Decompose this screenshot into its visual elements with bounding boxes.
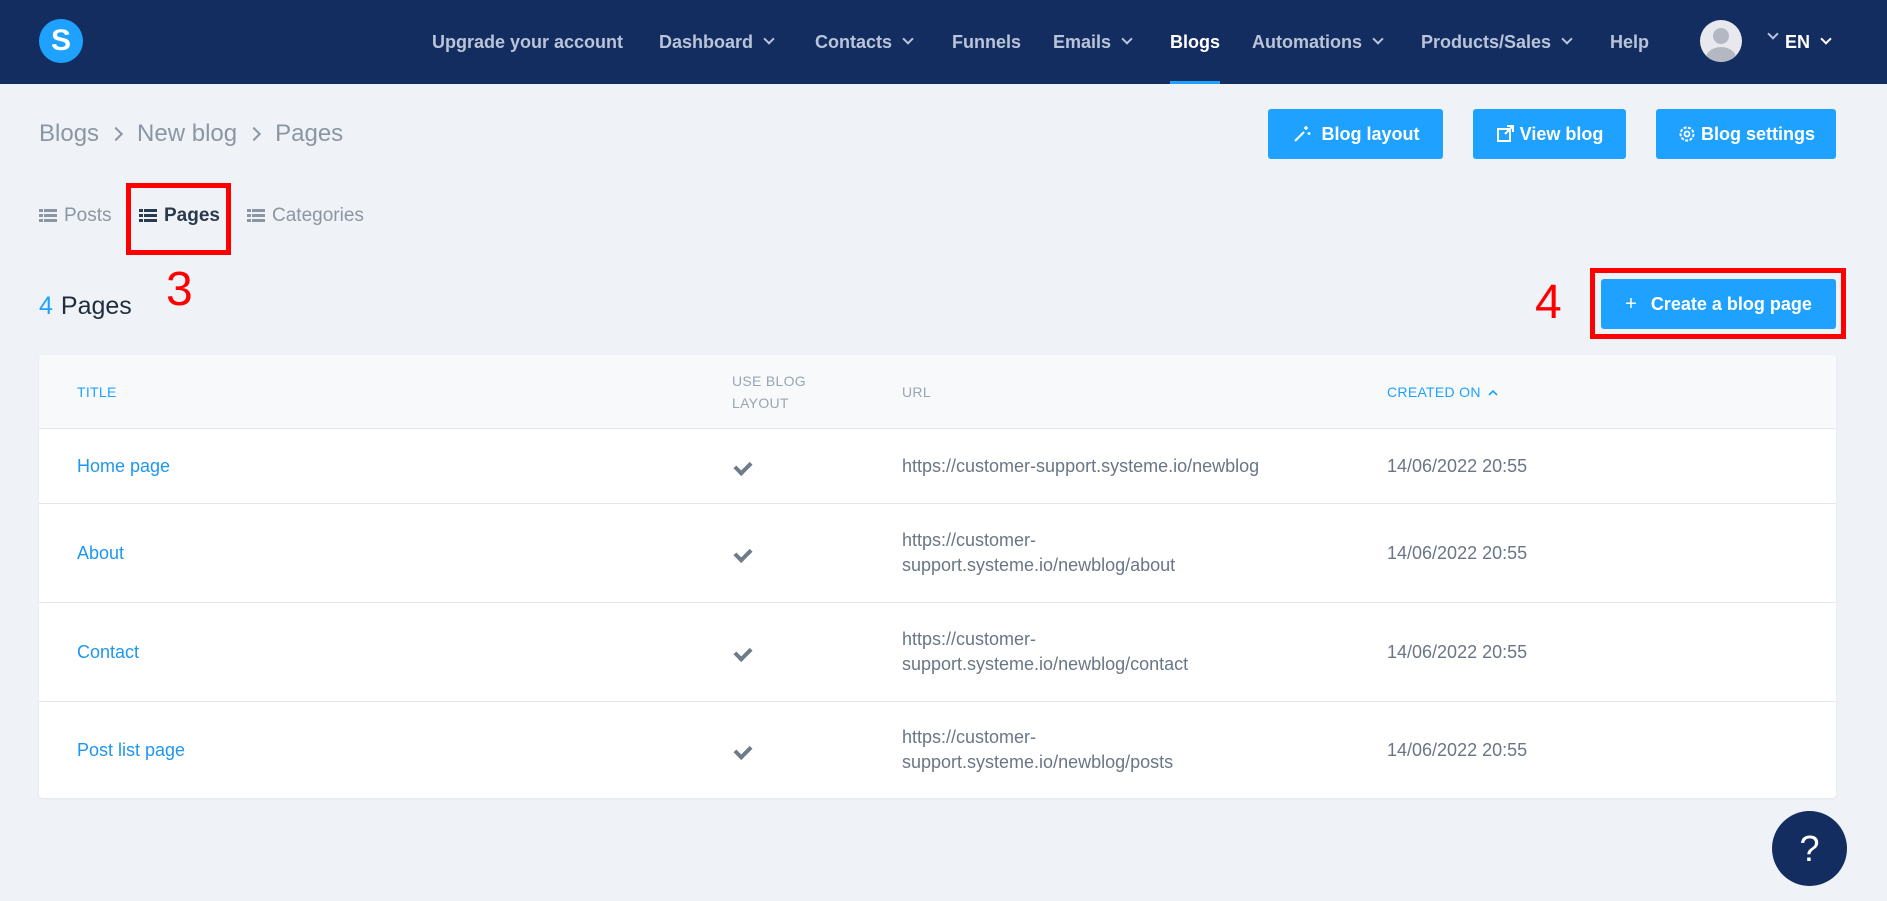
url-line: https://customer-support.systeme.io/newb… — [902, 456, 1260, 476]
chevron-right-icon — [108, 126, 124, 142]
help-chat-button[interactable]: ? — [1772, 811, 1847, 886]
breadcrumb-new-blog[interactable]: New blog — [137, 120, 237, 148]
table-row: Post list page https://customer- support… — [39, 702, 1836, 798]
table-header: TITLE USE BLOG LAYOUT URL CREATED ON — [39, 355, 1836, 429]
question-mark-icon: ? — [1799, 827, 1820, 869]
row-url: https://customer- support.systeme.io/new… — [902, 725, 1292, 775]
url-line: support.systeme.io/newblog/contact — [902, 654, 1189, 674]
blog-layout-button[interactable]: Blog layout — [1268, 109, 1443, 159]
list-icon — [247, 209, 265, 223]
tab-label: Posts — [64, 205, 112, 226]
nav-label: Automations — [1252, 31, 1362, 52]
row-created-on: 14/06/2022 20:55 — [1387, 740, 1528, 760]
annotation-step-4: 4 — [1535, 276, 1562, 329]
pages-count-number: 4 — [39, 292, 53, 320]
pages-count: 4 Pages — [39, 292, 132, 321]
column-header-title[interactable]: TITLE — [77, 381, 117, 403]
url-line: support.systeme.io/newblog/about — [902, 555, 1176, 575]
nav-upgrade-account[interactable]: Upgrade your account — [432, 0, 623, 84]
nav-help[interactable]: Help — [1610, 0, 1649, 84]
list-icon — [39, 209, 57, 223]
nav-label: Products/Sales — [1421, 31, 1552, 52]
column-header-line: USE BLOG — [732, 373, 806, 389]
nav-label: Upgrade your account — [432, 31, 624, 52]
column-header-use-blog-layout: USE BLOG LAYOUT — [732, 370, 806, 414]
nav-dashboard[interactable]: Dashboard — [659, 0, 775, 84]
check-icon — [732, 550, 750, 560]
breadcrumb: Blogs New blog Pages — [39, 120, 343, 148]
nav-automations[interactable]: Automations — [1252, 0, 1384, 84]
sort-ascending-icon — [1488, 390, 1498, 396]
breadcrumb-blogs[interactable]: Blogs — [39, 120, 99, 148]
column-header-line: LAYOUT — [732, 395, 789, 411]
blog-settings-button[interactable]: Blog settings — [1656, 109, 1836, 159]
table-row: Contact https://customer- support.system… — [39, 603, 1836, 702]
table-row: About https://customer- support.systeme.… — [39, 504, 1836, 603]
url-line: https://customer- — [902, 629, 1037, 649]
tab-categories[interactable]: Categories — [247, 203, 364, 229]
row-title-link[interactable]: Home page — [77, 454, 170, 479]
nav-products-sales[interactable]: Products/Sales — [1421, 0, 1573, 84]
url-line: support.systeme.io/newblog/posts — [902, 752, 1174, 772]
nav-funnels[interactable]: Funnels — [952, 0, 1021, 84]
magic-wand-icon — [1293, 126, 1310, 142]
row-created-on: 14/06/2022 20:55 — [1387, 456, 1528, 476]
gear-icon — [1679, 126, 1695, 142]
row-title-link[interactable]: Post list page — [77, 738, 185, 763]
nav-label: Blogs — [1170, 31, 1221, 52]
external-link-icon — [1496, 125, 1514, 142]
plus-icon: + — [1625, 292, 1637, 315]
create-blog-page-label: Create a blog page — [1650, 293, 1812, 314]
view-blog-button[interactable]: View blog — [1473, 109, 1626, 159]
annotation-box-pages-tab — [126, 183, 231, 255]
row-url: https://customer- support.systeme.io/new… — [902, 528, 1292, 578]
row-title-link[interactable]: Contact — [77, 640, 139, 665]
annotation-step-3: 3 — [166, 263, 193, 316]
row-created-on: 14/06/2022 20:55 — [1387, 642, 1528, 662]
chevron-down-icon[interactable] — [1767, 28, 1779, 40]
row-url: https://customer- support.systeme.io/new… — [902, 627, 1292, 677]
blog-settings-label: Blog settings — [1700, 123, 1815, 144]
chevron-right-icon — [247, 126, 262, 142]
blog-layout-label: Blog layout — [1321, 123, 1420, 144]
column-header-created-on[interactable]: CREATED ON — [1387, 381, 1498, 403]
breadcrumb-pages: Pages — [275, 120, 344, 147]
chevron-down-icon — [1372, 33, 1384, 45]
check-icon — [732, 747, 750, 757]
nav-blogs[interactable]: Blogs — [1170, 0, 1221, 84]
column-header-url: URL — [902, 384, 931, 400]
row-title-link[interactable]: About — [77, 541, 124, 566]
url-line: https://customer- — [902, 530, 1037, 550]
tab-posts[interactable]: Posts — [39, 203, 112, 229]
check-icon — [732, 649, 750, 659]
nav-contacts[interactable]: Contacts — [815, 0, 914, 84]
check-icon — [732, 463, 750, 473]
top-navbar: S Upgrade your account Dashboard Contact… — [0, 0, 1887, 84]
view-blog-label: View blog — [1519, 123, 1604, 144]
row-created-on: 14/06/2022 20:55 — [1387, 543, 1528, 563]
row-url: https://customer-support.systeme.io/newb… — [902, 454, 1322, 479]
create-blog-page-button[interactable]: + Create a blog page — [1601, 279, 1836, 329]
pages-table: TITLE USE BLOG LAYOUT URL CREATED ON Hom… — [39, 355, 1836, 798]
nav-label: Dashboard — [659, 31, 754, 52]
chevron-down-icon — [1820, 33, 1832, 45]
chevron-down-icon — [1121, 33, 1133, 45]
pages-count-label: Pages — [60, 292, 132, 320]
chevron-down-icon — [902, 33, 914, 45]
logo[interactable]: S — [39, 19, 83, 63]
nav-label: Funnels — [952, 31, 1022, 52]
language-selector[interactable]: EN — [1785, 0, 1832, 84]
avatar[interactable] — [1700, 20, 1742, 62]
column-header-label: CREATED ON — [1387, 384, 1481, 400]
url-line: https://customer- — [902, 727, 1037, 747]
nav-emails[interactable]: Emails — [1053, 0, 1133, 84]
language-label: EN — [1785, 31, 1811, 52]
table-row: Home page https://customer-support.syste… — [39, 429, 1836, 504]
chevron-down-icon — [1561, 33, 1573, 45]
tab-label: Categories — [272, 205, 364, 226]
nav-label: Emails — [1053, 31, 1112, 52]
nav-label: Help — [1610, 31, 1650, 52]
chevron-down-icon — [763, 33, 775, 45]
nav-label: Contacts — [815, 31, 893, 52]
